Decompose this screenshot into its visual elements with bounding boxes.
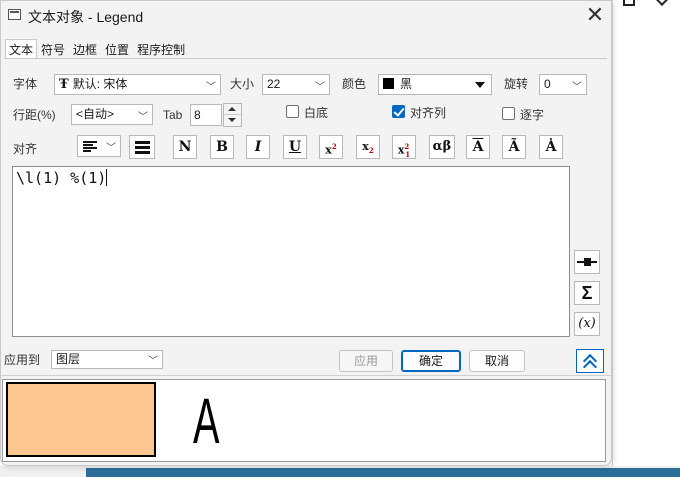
preview-legend-swatch xyxy=(6,382,156,457)
preview-pane: A xyxy=(2,379,606,462)
title-bar: 文本对象 - Legend ✕ xyxy=(1,1,611,31)
superscript-button[interactable]: x2 xyxy=(319,135,343,159)
chevron-down-icon: ﹀ xyxy=(315,82,325,93)
collapse-preview-button[interactable] xyxy=(576,349,604,375)
normal-button[interactable]: N xyxy=(173,135,197,159)
tab-position[interactable]: 位置 xyxy=(101,39,133,59)
align-select[interactable]: ﹀ xyxy=(77,135,121,157)
sigma-button[interactable]: Σ xyxy=(574,281,600,305)
dropdown-arrow-icon xyxy=(475,82,485,88)
size-label: 大小 xyxy=(230,77,255,91)
underline-button[interactable]: U xyxy=(283,135,307,159)
align-columns-checkbox[interactable] xyxy=(392,105,405,118)
apply-to-value: 图层 xyxy=(56,352,81,366)
tab-programming[interactable]: 程序控制 xyxy=(133,39,189,59)
text-object-dialog: 文本对象 - Legend ✕ 文本 符号 边框 位置 程序控制 字体 Ŧ 默认:… xyxy=(0,0,612,466)
superscript-mark: 2 xyxy=(331,142,337,151)
chevron-down-icon: ﹀ xyxy=(138,112,148,123)
chevron-down-icon: ﹀ xyxy=(148,356,158,367)
window-title: 文本对象 - Legend xyxy=(28,9,144,25)
align-label: 对齐 xyxy=(13,142,38,156)
line-spacing-value: <自动> xyxy=(76,107,115,121)
variable-icon: (x) xyxy=(578,316,596,331)
white-bg-label: 白底 xyxy=(304,106,329,120)
chevron-down-icon: ﹀ xyxy=(206,82,216,93)
size-select[interactable]: 22 ﹀ xyxy=(262,74,330,95)
sigma-icon: Σ xyxy=(581,283,593,303)
color-label: 颜色 xyxy=(342,77,367,91)
font-select[interactable]: Ŧ 默认: 宋体 ﹀ xyxy=(54,74,221,95)
text-caret xyxy=(106,169,108,186)
tab-text[interactable]: 文本 xyxy=(5,39,38,59)
char-by-char-checkbox[interactable] xyxy=(502,107,515,120)
subscript-button[interactable]: x2 xyxy=(356,135,380,159)
size-value: 22 xyxy=(267,77,281,91)
bold-button[interactable]: B xyxy=(210,135,234,159)
tab-bar: 文本 符号 边框 位置 程序控制 xyxy=(5,39,189,59)
spin-down-icon[interactable] xyxy=(224,115,241,126)
apply-button[interactable]: 应用 xyxy=(339,350,393,372)
italic-button[interactable]: I xyxy=(246,135,270,159)
color-swatch xyxy=(383,78,394,89)
variable-button[interactable]: (x) xyxy=(574,312,600,336)
chevron-down-icon: ﹀ xyxy=(106,143,116,154)
rotate-select[interactable]: 0 ﹀ xyxy=(539,74,587,95)
tab-width-input[interactable]: 8 xyxy=(190,104,222,126)
spin-up-icon[interactable] xyxy=(224,104,241,115)
tab-symbol[interactable]: 符号 xyxy=(37,39,69,59)
dot-accent-button[interactable]: Ȧ xyxy=(539,135,563,159)
overbar-button[interactable]: A xyxy=(466,135,490,159)
close-icon[interactable]: ✕ xyxy=(580,1,610,31)
supsub-sub-mark: 1 xyxy=(405,149,411,159)
apply-to-select[interactable]: 图层 ﹀ xyxy=(51,350,163,369)
color-select[interactable]: 黑 xyxy=(378,74,492,95)
ok-button[interactable]: 确定 xyxy=(401,350,461,372)
rotate-value: 0 xyxy=(544,77,551,91)
supsub-button[interactable]: x21 xyxy=(392,135,416,159)
greek-button[interactable]: αβ xyxy=(429,135,455,159)
apply-to-label: 应用到 xyxy=(4,353,41,367)
tab-border[interactable]: 边框 xyxy=(69,39,101,59)
rotate-label: 旋转 xyxy=(504,77,529,91)
background-restore-icon xyxy=(623,0,635,6)
background-window xyxy=(612,0,680,477)
truetype-icon: Ŧ xyxy=(59,77,69,92)
text-editor[interactable]: \l(1) %(1) xyxy=(12,166,570,337)
line-style-button[interactable] xyxy=(129,135,155,159)
tab-width-label: Tab xyxy=(163,108,183,122)
preview-separator xyxy=(1,375,611,376)
chevron-down-icon: ﹀ xyxy=(572,82,582,93)
char-by-char-label: 逐字 xyxy=(520,108,545,122)
legend-symbol-icon xyxy=(577,258,597,266)
cancel-button[interactable]: 取消 xyxy=(469,350,525,372)
editor-text: \l(1) %(1) xyxy=(16,169,107,187)
background-window-strip xyxy=(86,468,680,477)
tab-divider xyxy=(4,58,607,59)
white-bg-checkbox[interactable] xyxy=(286,105,299,118)
line-spacing-label: 行距(%) xyxy=(13,108,56,122)
legend-symbol-button[interactable] xyxy=(574,250,600,274)
line-spacing-select[interactable]: <自动> ﹀ xyxy=(71,104,153,125)
preview-letter: A xyxy=(193,385,220,457)
align-columns-label: 对齐列 xyxy=(410,106,447,120)
align-left-icon xyxy=(83,141,97,152)
color-value: 黑 xyxy=(400,77,413,91)
font-value: 默认: 宋体 xyxy=(72,77,128,91)
window-icon xyxy=(8,9,21,20)
tilde-button[interactable]: Ã xyxy=(502,135,526,159)
subscript-mark: 2 xyxy=(368,146,374,156)
font-label: 字体 xyxy=(13,77,38,91)
tab-width-spinner xyxy=(223,103,242,127)
